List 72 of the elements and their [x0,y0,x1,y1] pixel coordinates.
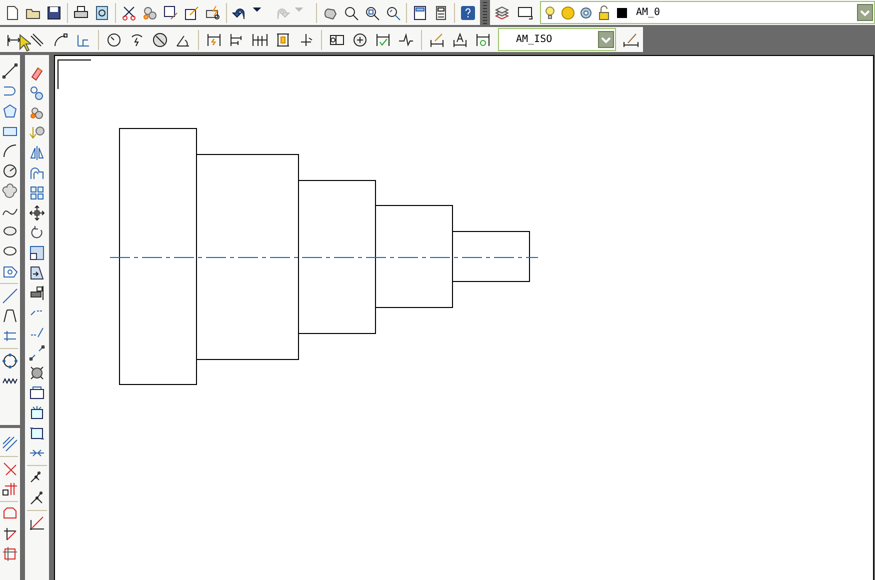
dimension-break-icon[interactable] [298,32,314,48]
printer-icon[interactable] [73,4,89,20]
align-blocks-icon[interactable] [29,285,45,301]
mirror-icon[interactable] [29,145,45,161]
stretch-icon[interactable] [29,265,45,281]
eraser-icon[interactable] [29,65,45,81]
scale-icon[interactable] [29,245,45,261]
inspection-check-icon[interactable] [375,32,391,48]
grid-square-icon[interactable] [2,546,18,562]
mouse-pointer-icon [19,34,31,52]
sun-icon [560,4,576,20]
chevron-down-icon [601,36,611,44]
radius-dimension-icon[interactable] [106,32,122,48]
continue-dimension-icon[interactable] [252,32,268,48]
dropdown-button[interactable] [598,31,614,48]
copy-circles-icon[interactable] [29,85,45,101]
center-mark-icon[interactable] [352,32,368,48]
zoom-previous-icon[interactable] [385,4,401,20]
quick-dimension-icon[interactable] [206,32,222,48]
dimension-style-dropdown[interactable]: AM_ISO [498,28,616,51]
jogged-radius-icon[interactable] [129,32,145,48]
new-document-icon[interactable] [4,4,20,20]
centerline-icon[interactable] [2,288,18,304]
dimension-text-icon[interactable] [452,32,468,48]
rotate-icon[interactable] [29,225,45,241]
offset-icon[interactable] [29,165,45,181]
dimension-brush-icon[interactable] [623,32,639,48]
chevron-down-icon [860,8,870,16]
layer-dropdown[interactable]: AM_0 [540,1,875,24]
padlock-icon [596,4,612,20]
section-line-icon[interactable] [2,328,18,344]
explode-box-icon[interactable] [29,405,45,421]
move-arrows-icon[interactable] [29,205,45,221]
node-branch-icon[interactable] [29,490,45,506]
help-icon[interactable] [460,4,476,20]
dimension-space-icon[interactable] [275,32,291,48]
corner-lines-icon[interactable] [2,481,18,497]
magnifier-icon[interactable] [343,4,359,20]
pentagon-icon[interactable] [2,103,18,119]
zoom-window-icon[interactable] [364,4,380,20]
array-squares-icon[interactable] [29,185,45,201]
symmetry-lines-icon[interactable] [2,308,18,324]
line-icon[interactable] [2,63,18,79]
cross-lines-icon[interactable] [2,461,18,477]
break-line-icon[interactable] [29,345,45,361]
pencil-panel-icon[interactable] [184,4,200,20]
stacked-sheets-icon[interactable] [494,4,510,20]
calculator-icon[interactable] [433,4,449,20]
chamfer-grid-icon[interactable] [2,526,18,542]
dimension-style-name: AM_ISO [515,34,554,45]
scissors-icon[interactable] [121,4,137,20]
dotted-circle-icon[interactable] [2,353,18,369]
brush-panel-icon[interactable] [163,4,179,20]
diameter-dimension-icon[interactable] [152,32,168,48]
properties-panel-icon[interactable] [412,4,428,20]
ucs-icon [58,60,92,90]
cloud-icon[interactable] [2,183,18,199]
aligned-dimension-icon[interactable] [29,32,45,48]
print-preview-icon[interactable] [94,4,110,20]
dimension-update-icon[interactable] [475,32,491,48]
arc-icon[interactable] [2,143,18,159]
lightning-card-icon[interactable] [205,4,221,20]
monitor-icon[interactable] [517,4,533,20]
arc-dimension-icon[interactable] [52,32,68,48]
circle-icon[interactable] [2,163,18,179]
jogged-linear-icon[interactable] [398,32,414,48]
dimension-edit-icon[interactable] [429,32,445,48]
join-box-icon[interactable] [29,425,45,441]
corner-angle-icon[interactable] [29,515,45,531]
hatch-icon[interactable] [2,436,18,452]
dropdown-button[interactable] [857,4,873,21]
layer-name: AM_0 [635,7,662,18]
